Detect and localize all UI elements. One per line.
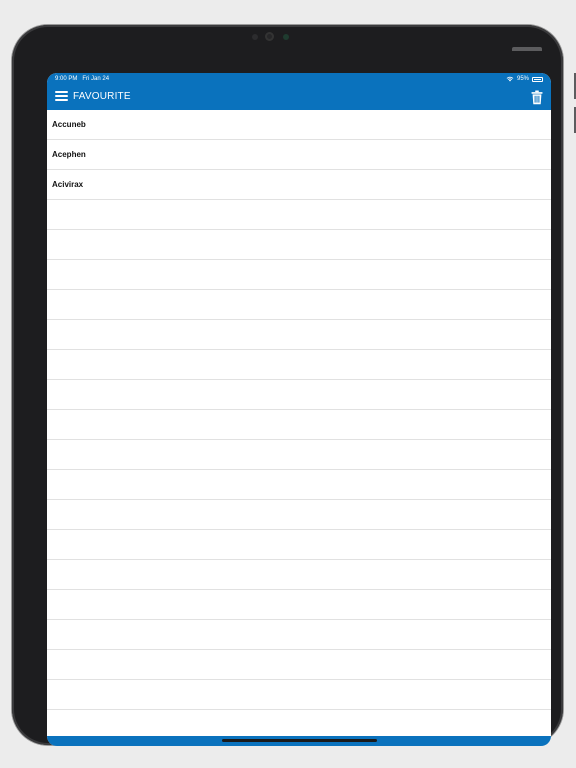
list-item[interactable] [47,620,551,650]
list-item[interactable] [47,650,551,680]
list-item-label: Accuneb [52,120,86,129]
list-item[interactable]: Acephen [47,140,551,170]
list-item[interactable] [47,680,551,710]
proximity-sensor [283,34,289,40]
list-item[interactable] [47,560,551,590]
status-bar: 9:00 PM Fri Jan 24 95% [47,73,551,85]
status-time-date: 9:00 PM Fri Jan 24 [55,73,109,85]
ambient-sensor [252,34,258,40]
hamburger-menu-line [55,95,68,97]
list-item[interactable] [47,470,551,500]
list-item-label: Acephen [52,150,86,159]
list-item[interactable] [47,260,551,290]
status-indicators: 95% [506,73,543,85]
list-item-label: Acivirax [52,180,84,189]
list-item[interactable] [47,410,551,440]
status-date: Fri Jan 24 [82,76,110,82]
battery-level-fill [534,78,541,80]
navigation-bar: FAVOURITE [47,85,551,110]
list-item[interactable] [47,440,551,470]
list-item[interactable] [47,530,551,560]
list-item[interactable] [47,320,551,350]
app-screen: 9:00 PM Fri Jan 24 95% FAVOURITE Accuneb… [47,73,551,746]
page: 9:00 PM Fri Jan 24 95% FAVOURITE Accuneb… [0,0,576,768]
trash-icon [531,90,543,105]
list-item[interactable] [47,380,551,410]
hamburger-menu-icon [55,91,68,93]
list-item[interactable]: Acivirax [47,170,551,200]
top-power-button [512,47,542,51]
list-item[interactable] [47,710,551,736]
hamburger-menu-line [55,99,68,101]
page-title: FAVOURITE [73,91,131,102]
battery-percent: 95% [516,76,529,82]
wifi-icon [506,76,514,82]
list-item[interactable] [47,590,551,620]
list-item[interactable] [47,230,551,260]
battery-icon [532,76,543,82]
status-time: 9:00 PM [55,76,78,82]
list-item[interactable]: Accuneb [47,110,551,140]
tablet-device-frame: 9:00 PM Fri Jan 24 95% FAVOURITE Accuneb… [12,25,576,746]
list-item[interactable] [47,500,551,530]
hamburger-menu-button[interactable] [55,91,69,103]
bottom-bar [47,736,551,746]
list-item[interactable] [47,290,551,320]
home-indicator[interactable] [222,739,377,742]
list-item[interactable] [47,200,551,230]
favourites-list: Accuneb Acephen Acivirax [47,110,551,736]
delete-favourites-button[interactable] [531,90,543,105]
list-item[interactable] [47,350,551,380]
front-camera [265,32,274,41]
